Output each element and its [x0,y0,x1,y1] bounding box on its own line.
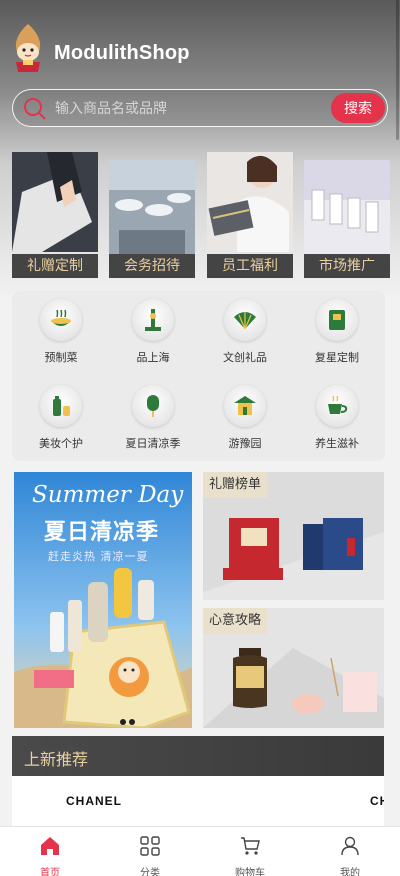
banner-employee-welfare[interactable]: 员工福利 [207,152,293,278]
category-item[interactable]: 品上海 [108,299,198,369]
banner-label: 员工福利 [207,254,293,278]
gift-guide-card[interactable]: 心意攻略 [203,608,384,728]
promo-title-cn: 夏日清凉季 [44,520,160,545]
category-label: 文创礼品 [223,351,267,364]
cosmetics-icon [40,385,82,427]
book-icon [316,299,358,341]
search-bar: 搜索 [12,89,388,127]
banner-label: 礼赠定制 [12,254,98,278]
banner-image [207,152,293,252]
top-bar: ModulithShop [0,20,400,80]
bottom-tab-bar: 首页 分类 购物车 我的 [0,826,400,876]
search-icon [24,98,46,120]
banner-image [304,160,390,254]
summer-promo-banner[interactable]: Summer Day 夏日清凉季 赶走炎热 清凉一夏 [14,472,192,728]
category-item[interactable]: 文创礼品 [200,299,290,369]
tab-label: 购物车 [235,868,265,876]
category-label: 预制菜 [44,351,78,364]
tab-label: 首页 [40,868,60,876]
app-title: ModulithShop [54,42,190,64]
tower-icon [132,299,174,341]
banner-image [109,160,195,254]
category-label: 品上海 [136,351,170,364]
fan-icon [224,299,266,341]
banner-label: 市场推广 [304,254,390,278]
brand-logo[interactable]: CHANEL [66,794,122,808]
dish-icon [40,299,82,341]
category-item[interactable]: 美妆个护 [16,385,106,455]
new-arrivals-header: 上新推荐 [12,736,384,776]
brand-carousel[interactable]: CHANEL CH [12,776,384,826]
category-grid: 预制菜 品上海 文创礼品 复星定制 美妆个护 夏日清凉季 游豫园 养生滋补 [12,291,385,461]
gift-ranking-tag: 礼赠榜单 [203,472,268,498]
category-item[interactable]: 游豫园 [200,385,290,455]
home-icon [41,837,59,855]
user-icon [341,836,359,856]
gift-guide-tag: 心意攻略 [203,608,268,634]
category-item[interactable]: 夏日清凉季 [108,385,198,455]
banner-marketing[interactable]: 市场推广 [304,160,390,278]
popsicle-icon [132,385,174,427]
category-label: 游豫园 [228,437,262,450]
promo-title-en: Summer Day [32,482,184,508]
grid-icon [140,836,160,856]
new-arrivals-title: 上新推荐 [24,750,89,769]
category-item[interactable]: 复星定制 [292,299,382,369]
category-label: 复星定制 [315,351,359,364]
teacup-icon [316,385,358,427]
pavilion-icon [224,385,266,427]
banner-label: 会务招待 [109,254,195,278]
search-button[interactable]: 搜索 [331,93,385,123]
carousel-dot[interactable] [120,719,126,725]
tab-label: 分类 [140,868,160,876]
category-item[interactable]: 预制菜 [16,299,106,369]
category-label: 养生滋补 [315,437,359,450]
tab-home[interactable]: 首页 [0,827,100,876]
tab-cart[interactable]: 购物车 [200,827,300,876]
scenario-banners: 礼赠定制 会务招待 员工福利 市场推广 [12,152,390,278]
promo-background [14,472,192,728]
banner-conference[interactable]: 会务招待 [109,160,195,278]
banner-image [12,152,98,252]
tab-label: 我的 [340,868,360,876]
search-input[interactable] [55,90,325,126]
cart-icon [241,837,260,855]
tab-profile[interactable]: 我的 [300,827,400,876]
tab-category[interactable]: 分类 [100,827,200,876]
gift-ranking-card[interactable]: 礼赠榜单 [203,472,384,600]
carousel-indicator [120,712,138,728]
category-label: 美妆个护 [39,437,83,450]
mascot-logo-icon [15,24,41,72]
banner-gift-custom[interactable]: 礼赠定制 [12,152,98,278]
brand-logo[interactable]: CH [370,794,384,808]
carousel-dot[interactable] [129,719,135,725]
promo-subtitle: 赶走炎热 清凉一夏 [48,550,149,563]
category-label: 夏日清凉季 [125,437,181,450]
category-item[interactable]: 养生滋补 [292,385,382,455]
